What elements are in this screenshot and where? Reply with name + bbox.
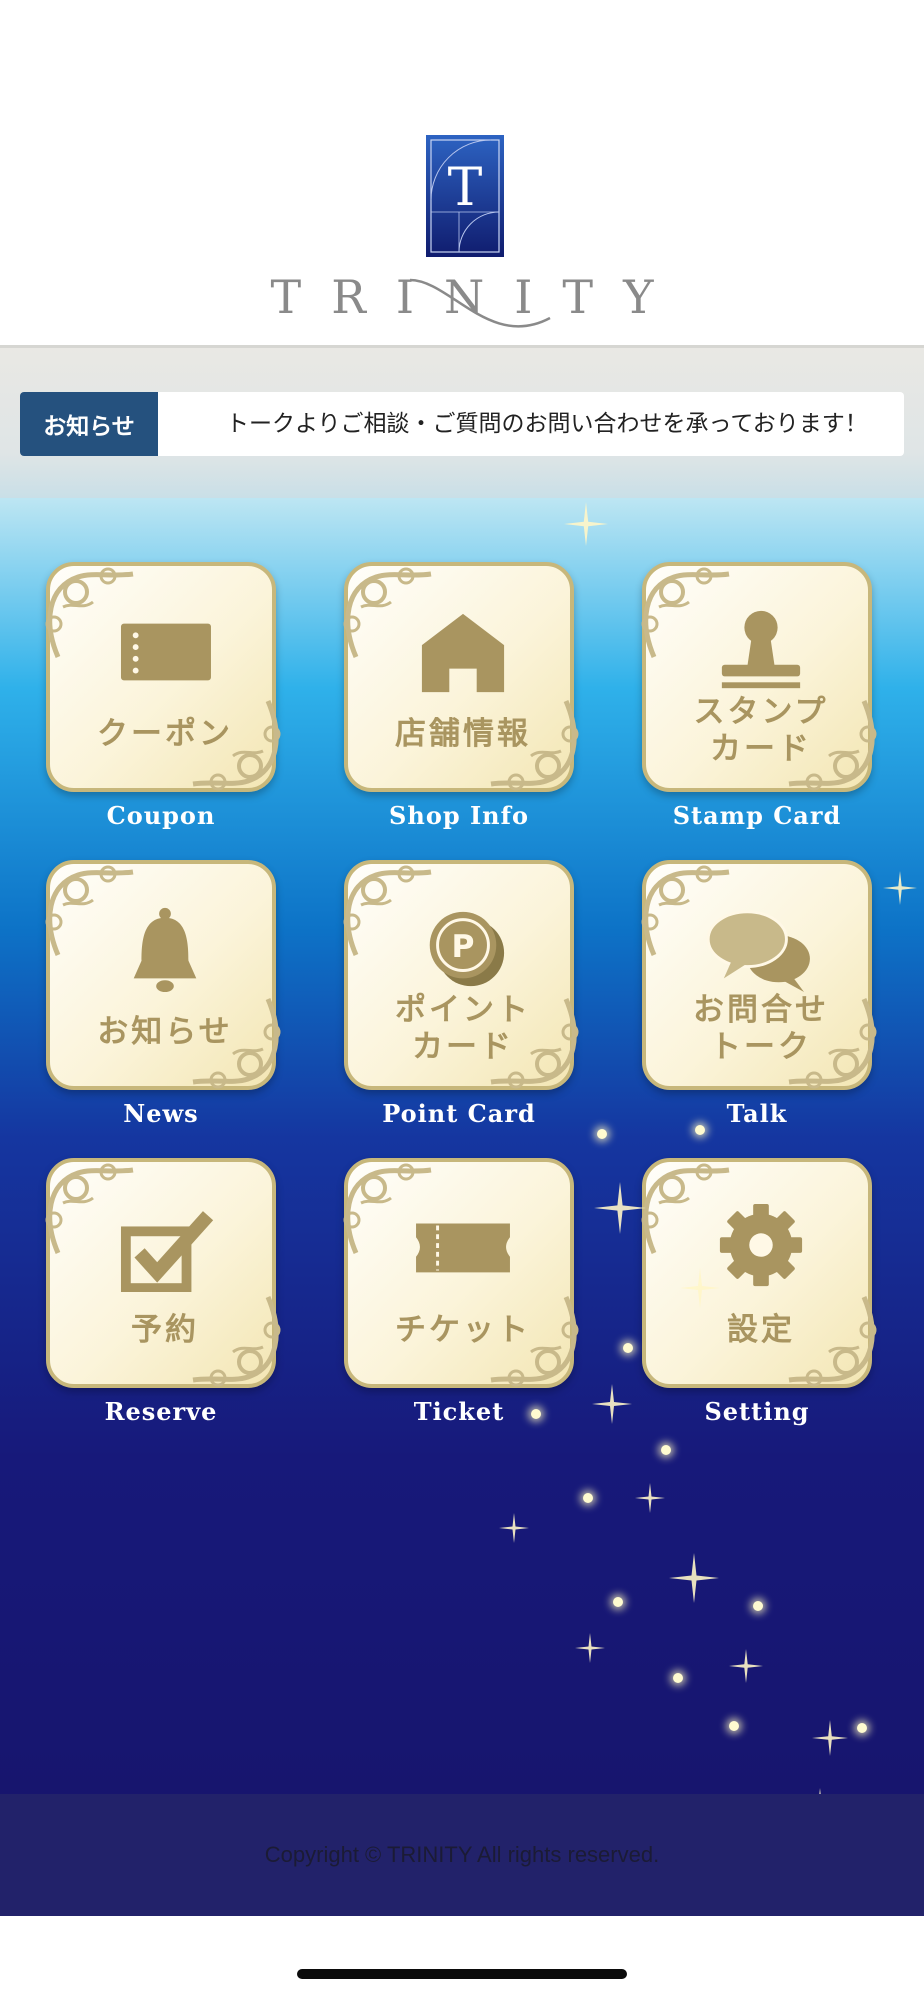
menu-tile-reserve[interactable]: 予約 Reserve: [36, 1142, 281, 1442]
corner-ornament-icon: [45, 865, 134, 956]
corner-ornament-icon: [192, 1296, 281, 1387]
menu-tile-label-en: Reserve: [104, 1397, 218, 1426]
sparkle-dot: [857, 1723, 867, 1733]
menu-tile-talk[interactable]: お問合せ トーク Talk: [632, 844, 877, 1144]
menu-tile-card[interactable]: お知らせ: [45, 860, 281, 1090]
menu-tile-label-en: Shop Info: [389, 801, 529, 830]
corner-ornament-icon: [45, 567, 134, 658]
menu-tile-card[interactable]: P ポイント カード: [343, 860, 579, 1090]
menu-tile-card[interactable]: 店舗情報: [343, 562, 579, 792]
menu-tile-label-en: Coupon: [106, 801, 216, 830]
menu-tile-ticket[interactable]: チケット Ticket: [334, 1142, 579, 1442]
sparkle-dot: [583, 1493, 593, 1503]
menu-tile-label-en: Stamp Card: [672, 801, 842, 830]
corner-ornament-icon: [788, 700, 877, 791]
home-indicator[interactable]: [297, 1969, 627, 1979]
sparkle-dot: [695, 1125, 705, 1135]
corner-ornament-icon: [343, 865, 432, 956]
menu-tile-label-en: Ticket: [413, 1397, 505, 1426]
menu-tile-news[interactable]: お知らせ News: [36, 844, 281, 1144]
news-ticker-label: お知らせ: [20, 392, 158, 456]
news-ticker[interactable]: お知らせ トークよりご相談・ご質問のお問い合わせを承っております！: [20, 392, 904, 456]
app-header: T TRINITY: [0, 0, 924, 348]
menu-tile-card[interactable]: お問合せ トーク: [641, 860, 877, 1090]
sparkle-icon: [635, 1483, 665, 1513]
corner-ornament-icon: [45, 1163, 134, 1254]
sparkle-icon: [812, 1720, 848, 1756]
sparkle-icon: [592, 1384, 632, 1424]
sparkle-icon: [594, 1182, 646, 1234]
corner-ornament-icon: [490, 1296, 579, 1387]
sparkle-icon: [883, 871, 917, 905]
sparkle-icon: [575, 1633, 605, 1663]
trinity-logo-emblem: T: [426, 135, 504, 257]
corner-ornament-icon: [192, 700, 281, 791]
corner-ornament-icon: [343, 567, 432, 658]
corner-ornament-icon: [490, 998, 579, 1089]
corner-ornament-icon: [788, 998, 877, 1089]
corner-ornament-icon: [641, 567, 730, 658]
corner-ornament-icon: [343, 1163, 432, 1254]
main-menu-area: クーポン Coupon 店舗情報 Shop Info スタンプ カード Stamp …: [0, 498, 924, 1794]
sparkle-dot: [753, 1601, 763, 1611]
sparkle-icon: [729, 1649, 763, 1683]
corner-ornament-icon: [641, 865, 730, 956]
corner-ornament-icon: [490, 700, 579, 791]
menu-tile-label-en: Setting: [704, 1397, 810, 1426]
logo-swoosh-decoration: [409, 278, 551, 328]
sparkle-icon: [499, 1513, 529, 1543]
menu-tile-label-en: News: [123, 1099, 199, 1128]
sparkle-dot: [729, 1721, 739, 1731]
menu-tile-label-en: Talk: [726, 1099, 788, 1128]
news-ticker-message[interactable]: トークよりご相談・ご質問のお問い合わせを承っております！: [226, 392, 868, 456]
menu-tile-setting[interactable]: 設定 Setting: [632, 1142, 877, 1442]
sparkle-dot: [623, 1343, 633, 1353]
sparkle-dot: [613, 1597, 623, 1607]
menu-tile-card[interactable]: 予約: [45, 1158, 281, 1388]
corner-ornament-icon: [641, 1163, 730, 1254]
sparkle-dot: [673, 1673, 683, 1683]
copyright-text: Copyright © TRINITY All rights reserved.: [264, 1842, 660, 1867]
sparkle-icon: [564, 502, 608, 546]
menu-tile-card[interactable]: スタンプ カード: [641, 562, 877, 792]
corner-ornament-icon: [192, 998, 281, 1089]
footer: Copyright © TRINITY All rights reserved.: [0, 1794, 924, 1916]
sparkle-dot: [661, 1445, 671, 1455]
sparkle-icon: [669, 1553, 719, 1603]
menu-tile-coupon[interactable]: クーポン Coupon: [36, 546, 281, 846]
menu-tile-point-card[interactable]: P ポイント カード Point Card: [334, 844, 579, 1144]
menu-tile-card[interactable]: クーポン: [45, 562, 281, 792]
svg-text:P: P: [452, 929, 475, 965]
menu-tile-stamp-card[interactable]: スタンプ カード Stamp Card: [632, 546, 877, 846]
menu-tile-card[interactable]: 設定: [641, 1158, 877, 1388]
home-area: [0, 1916, 924, 2000]
menu-tile-shop-info[interactable]: 店舗情報 Shop Info: [334, 546, 579, 846]
sparkle-icon: [680, 1268, 720, 1308]
menu-tile-label-en: Point Card: [382, 1099, 536, 1128]
sparkle-dot: [597, 1129, 607, 1139]
sparkle-dot: [531, 1409, 541, 1419]
menu-tile-card[interactable]: チケット: [343, 1158, 579, 1388]
corner-ornament-icon: [788, 1296, 877, 1387]
logo-letter: T: [448, 158, 483, 218]
